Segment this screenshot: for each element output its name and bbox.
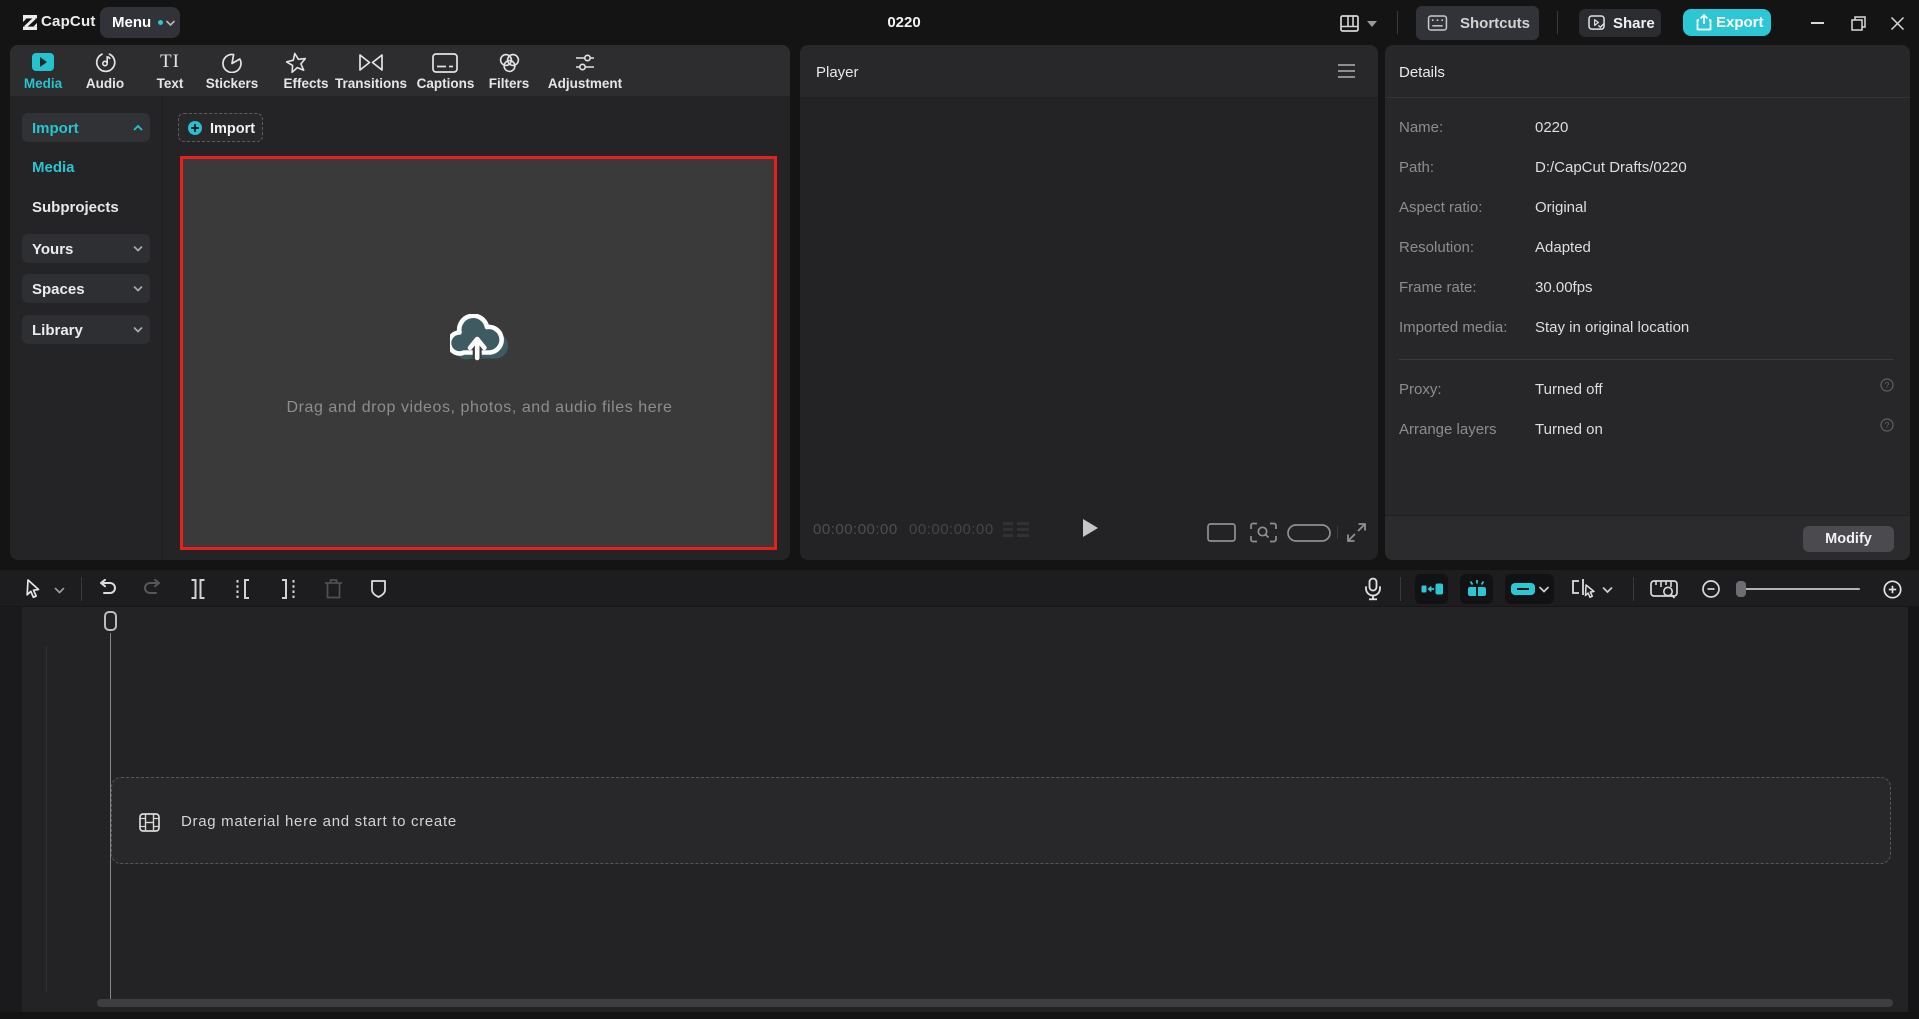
svg-text:?: ? bbox=[1885, 420, 1890, 430]
svg-text:?: ? bbox=[1885, 380, 1890, 390]
